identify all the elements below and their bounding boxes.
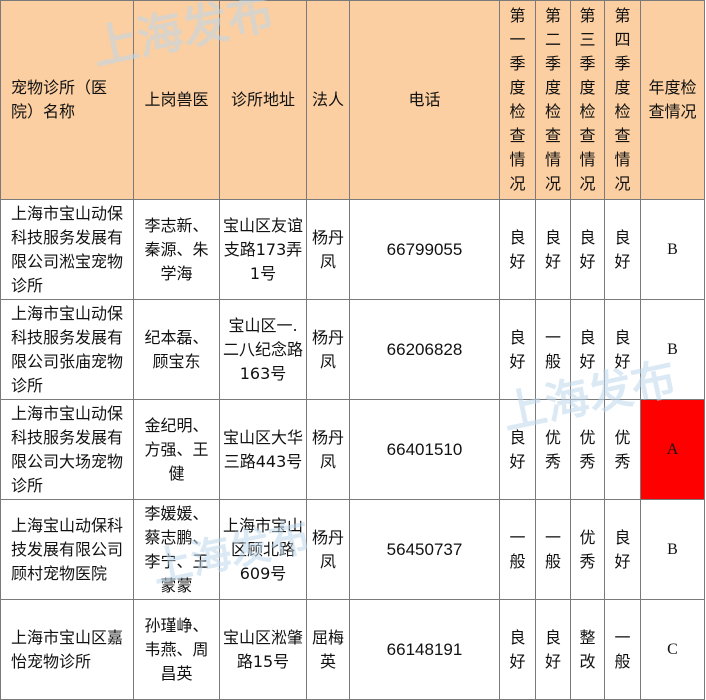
annual-grade-highlight: A [640,399,705,500]
phone-number: 66206828 [349,299,500,400]
q4-result: 良好 [604,299,641,400]
annual-grade: B [640,199,705,300]
header-q2: 第二季度检查情况 [535,0,571,200]
clinic-name: 上海市宝山区嘉怡宠物诊所 [0,599,134,700]
header-vet: 上岗兽医 [133,0,220,200]
phone-number: 66799055 [349,199,500,300]
clinic-address: 宝山区一.二八纪念路163号 [219,299,307,400]
header-legal: 法人 [306,0,350,200]
clinic-name: 上海宝山动保科技发展有限公司顾村宠物医院 [0,499,134,600]
q4-result: 一般 [604,599,641,700]
vet-names: 纪本磊、顾宝东 [133,299,220,400]
phone-number: 56450737 [349,499,500,600]
q3-result: 整改 [570,599,605,700]
legal-person: 杨丹凤 [306,299,350,400]
phone-number: 66148191 [349,599,500,700]
clinic-name: 上海市宝山动保科技服务发展有限公司张庙宠物诊所 [0,299,134,400]
legal-person: 杨丹凤 [306,399,350,500]
legal-person: 杨丹凤 [306,199,350,300]
clinic-name: 上海市宝山动保科技服务发展有限公司淞宝宠物诊所 [0,199,134,300]
clinic-name: 上海市宝山动保科技服务发展有限公司大场宠物诊所 [0,399,134,500]
vet-names: 李媛媛、蔡志鹏、李宁、王蒙蒙 [133,499,220,600]
q1-result: 良好 [499,299,536,400]
q3-result: 良好 [570,199,605,300]
q4-result: 良好 [604,499,641,600]
header-address: 诊所地址 [219,0,307,200]
header-row: 宠物诊所（医院）名称 上岗兽医 诊所地址 法人 电话 第一季度检查情况 第二季度… [0,0,705,200]
table-row: 上海市宝山动保科技服务发展有限公司大场宠物诊所 金纪明、方强、王健 宝山区大华三… [0,399,705,500]
q3-result: 优秀 [570,399,605,500]
clinic-address: 宝山区大华三路443号 [219,399,307,500]
header-phone: 电话 [349,0,500,200]
q4-result: 优秀 [604,399,641,500]
annual-grade: C [640,599,705,700]
q3-result: 良好 [570,299,605,400]
table-row: 上海市宝山区嘉怡宠物诊所 孙瑾峥、韦燕、周昌英 宝山区淞肇路15号 屈梅英 66… [0,599,705,700]
clinic-inspection-table: 宠物诊所（医院）名称 上岗兽医 诊所地址 法人 电话 第一季度检查情况 第二季度… [0,0,705,700]
phone-number: 66401510 [349,399,500,500]
q1-result: 良好 [499,199,536,300]
legal-person: 屈梅英 [306,599,350,700]
q1-result: 一般 [499,499,536,600]
q4-result: 良好 [604,199,641,300]
q2-result: 良好 [535,599,571,700]
vet-names: 金纪明、方强、王健 [133,399,220,500]
legal-person: 杨丹凤 [306,499,350,600]
table-row: 上海宝山动保科技发展有限公司顾村宠物医院 李媛媛、蔡志鹏、李宁、王蒙蒙 上海市宝… [0,499,705,600]
header-name: 宠物诊所（医院）名称 [0,0,134,200]
q2-result: 一般 [535,499,571,600]
q1-result: 良好 [499,399,536,500]
vet-names: 孙瑾峥、韦燕、周昌英 [133,599,220,700]
clinic-address: 宝山区友谊支路173弄1号 [219,199,307,300]
q3-result: 优秀 [570,499,605,600]
q2-result: 良好 [535,199,571,300]
clinic-address: 上海市宝山区顾北路609号 [219,499,307,600]
vet-names: 李志新、秦源、朱学海 [133,199,220,300]
header-q3: 第三季度检查情况 [570,0,605,200]
table-row: 上海市宝山动保科技服务发展有限公司张庙宠物诊所 纪本磊、顾宝东 宝山区一.二八纪… [0,299,705,400]
header-annual: 年度检查情况 [640,0,705,200]
q2-result: 一般 [535,299,571,400]
annual-grade: B [640,299,705,400]
header-q1: 第一季度检查情况 [499,0,536,200]
clinic-address: 宝山区淞肇路15号 [219,599,307,700]
header-q4: 第四季度检查情况 [604,0,641,200]
q1-result: 良好 [499,599,536,700]
annual-grade: B [640,499,705,600]
table-row: 上海市宝山动保科技服务发展有限公司淞宝宠物诊所 李志新、秦源、朱学海 宝山区友谊… [0,199,705,300]
q2-result: 优秀 [535,399,571,500]
